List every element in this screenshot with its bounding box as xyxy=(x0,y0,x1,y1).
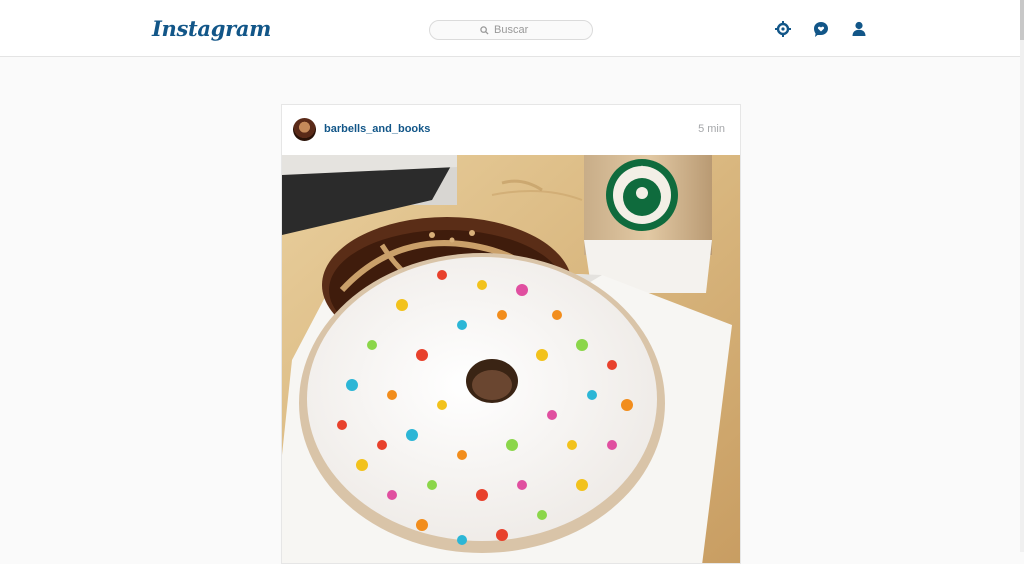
explore-icon[interactable] xyxy=(774,20,792,38)
scrollbar-thumb[interactable] xyxy=(1020,0,1024,40)
instagram-logo[interactable]: Instagram xyxy=(152,16,271,41)
post-timestamp[interactable]: 5 min xyxy=(698,123,725,135)
post-header: barbells_and_books 5 min xyxy=(282,105,740,155)
post-username[interactable]: barbells_and_books xyxy=(324,123,430,135)
search-icon xyxy=(480,25,489,35)
profile-icon[interactable] xyxy=(850,20,868,38)
activity-icon[interactable] xyxy=(812,20,830,38)
feed-post: barbells_and_books 5 min xyxy=(281,104,741,564)
donuts-and-coffee-photo xyxy=(282,155,740,563)
search-box[interactable] xyxy=(429,20,593,40)
page-scrollbar[interactable] xyxy=(1020,0,1024,552)
top-navigation-bar: Instagram xyxy=(0,0,1020,57)
avatar[interactable] xyxy=(293,118,316,141)
post-photo[interactable] xyxy=(282,155,740,563)
search-input[interactable] xyxy=(494,24,542,36)
